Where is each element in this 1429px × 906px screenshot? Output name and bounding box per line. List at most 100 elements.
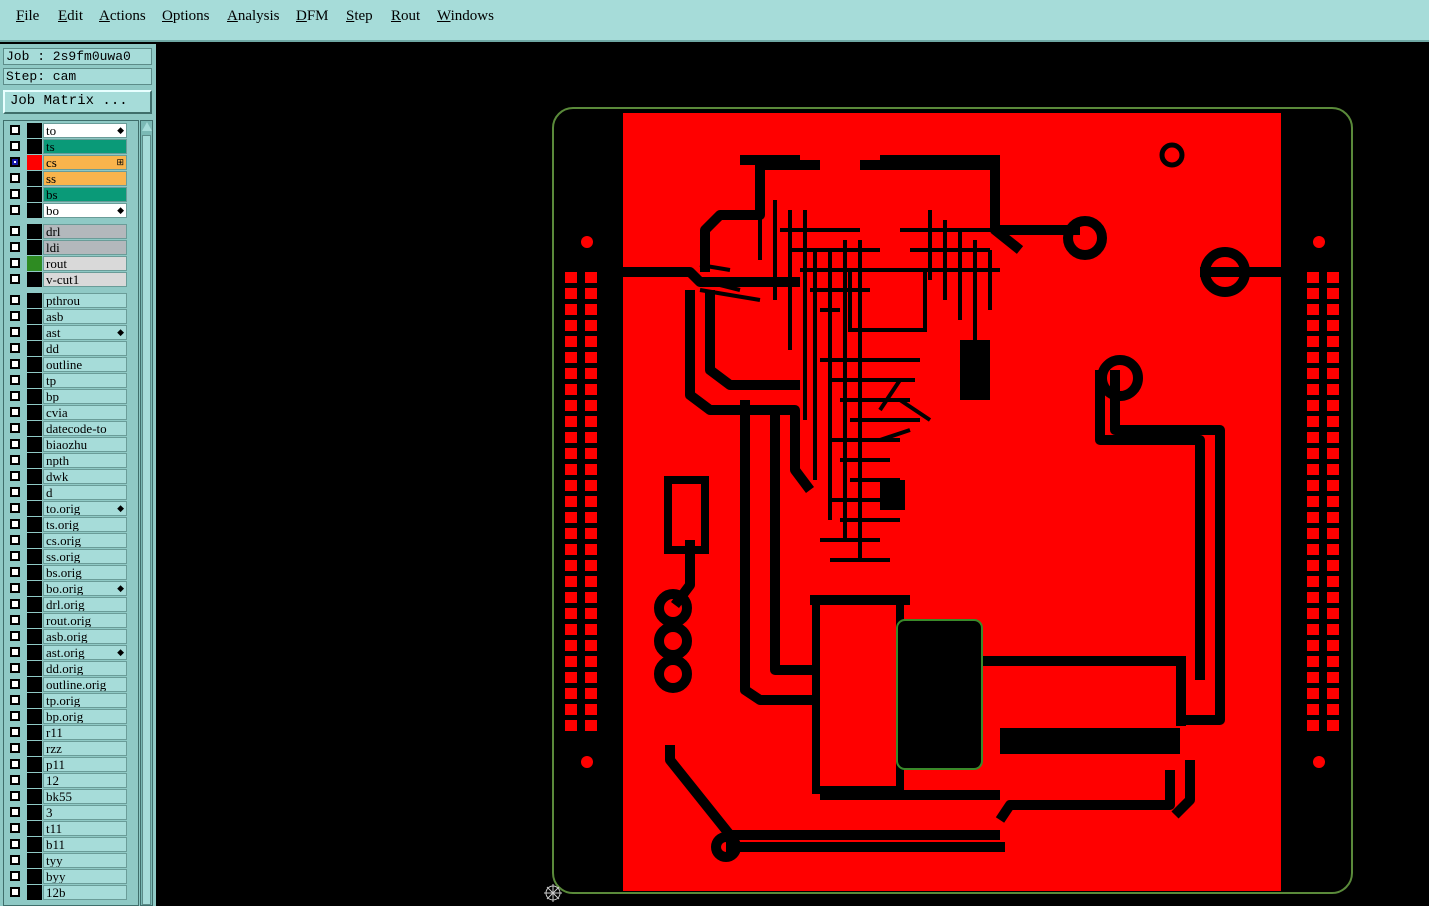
scroll-up-arrow-icon[interactable]	[142, 122, 152, 131]
layer-color-swatch[interactable]	[27, 805, 42, 820]
layer-name[interactable]: rzz	[43, 741, 127, 756]
layer-checkbox[interactable]	[10, 679, 20, 689]
layer-checkbox[interactable]	[10, 615, 20, 625]
layer-checkbox[interactable]	[10, 274, 20, 284]
scrollbar-thumb[interactable]	[142, 135, 151, 905]
layer-color-swatch[interactable]	[27, 725, 42, 740]
layer-color-swatch[interactable]	[27, 757, 42, 772]
layer-checkbox[interactable]	[10, 535, 20, 545]
layer-name[interactable]: bk55	[43, 789, 127, 804]
layer-name[interactable]: v-cut1	[43, 272, 127, 287]
layer-name[interactable]: ss.orig	[43, 549, 127, 564]
layer-name[interactable]: bs.orig	[43, 565, 127, 580]
layer-name[interactable]: dd.orig	[43, 661, 127, 676]
layer-name[interactable]: p11	[43, 757, 127, 772]
layer-checkbox[interactable]	[10, 141, 20, 151]
layer-row-12b[interactable]: 12b	[7, 885, 127, 901]
menu-actions[interactable]: Actions	[99, 8, 146, 25]
layer-color-swatch[interactable]	[27, 240, 42, 255]
layer-row-ts-orig[interactable]: ts.orig	[7, 517, 127, 533]
layer-name[interactable]: bp	[43, 389, 127, 404]
layer-checkbox[interactable]	[10, 343, 20, 353]
layer-color-swatch[interactable]	[27, 139, 42, 154]
layer-checkbox[interactable]	[10, 839, 20, 849]
layer-color-swatch[interactable]	[27, 837, 42, 852]
layer-name[interactable]: 12	[43, 773, 127, 788]
layer-row-ss-orig[interactable]: ss.orig	[7, 549, 127, 565]
layer-name[interactable]: b11	[43, 837, 127, 852]
layer-color-swatch[interactable]	[27, 565, 42, 580]
layer-checkbox[interactable]	[10, 189, 20, 199]
layer-row-b11[interactable]: b11	[7, 837, 127, 853]
layer-color-swatch[interactable]	[27, 171, 42, 186]
layer-color-swatch[interactable]	[27, 549, 42, 564]
layer-checkbox[interactable]	[10, 775, 20, 785]
layer-row-cs-orig[interactable]: cs.orig	[7, 533, 127, 549]
layer-color-swatch[interactable]	[27, 203, 42, 218]
layer-row-outline-orig[interactable]: outline.orig	[7, 677, 127, 693]
menu-step[interactable]: Step	[346, 8, 373, 25]
layer-row-pthrou[interactable]: pthrou	[7, 293, 127, 309]
layer-name[interactable]: bp.orig	[43, 709, 127, 724]
layer-name[interactable]: drl.orig	[43, 597, 127, 612]
layer-checkbox[interactable]	[10, 423, 20, 433]
layer-name[interactable]: rout.orig	[43, 613, 127, 628]
layer-row-dd[interactable]: dd	[7, 341, 127, 357]
layer-checkbox[interactable]	[10, 295, 20, 305]
layer-color-swatch[interactable]	[27, 517, 42, 532]
layer-row-ldi[interactable]: ldi	[7, 240, 127, 256]
layer-checkbox[interactable]	[10, 311, 20, 321]
layer-row-rout[interactable]: rout	[7, 256, 127, 272]
layer-checkbox[interactable]	[10, 631, 20, 641]
layer-checkbox[interactable]	[10, 759, 20, 769]
layer-checkbox[interactable]	[10, 823, 20, 833]
layer-name[interactable]: ts	[43, 139, 127, 154]
layer-checkbox[interactable]	[10, 391, 20, 401]
layer-name[interactable]: rout	[43, 256, 127, 271]
layer-color-swatch[interactable]	[27, 437, 42, 452]
layer-checkbox[interactable]	[10, 743, 20, 753]
layer-row-biaozhu[interactable]: biaozhu	[7, 437, 127, 453]
layer-name[interactable]: cs ⊞	[43, 155, 127, 170]
layer-checkbox[interactable]	[10, 727, 20, 737]
layer-name[interactable]: tp.orig	[43, 693, 127, 708]
layer-color-swatch[interactable]	[27, 789, 42, 804]
layer-name[interactable]: 3	[43, 805, 127, 820]
layer-color-swatch[interactable]	[27, 469, 42, 484]
layer-row-d[interactable]: d	[7, 485, 127, 501]
layer-row-dd-orig[interactable]: dd.orig	[7, 661, 127, 677]
layer-name[interactable]: d	[43, 485, 127, 500]
menu-file[interactable]: File	[16, 8, 39, 25]
menu-analysis[interactable]: Analysis	[227, 8, 280, 25]
layer-row-p11[interactable]: p11	[7, 757, 127, 773]
layer-row-bo[interactable]: bo ◆	[7, 203, 127, 219]
layer-row-cvia[interactable]: cvia	[7, 405, 127, 421]
menu-windows[interactable]: Windows	[437, 8, 494, 25]
layer-row-t11[interactable]: t11	[7, 821, 127, 837]
menu-dfm[interactable]: DFM	[296, 8, 329, 25]
layer-row-rzz[interactable]: rzz	[7, 741, 127, 757]
layer-color-swatch[interactable]	[27, 373, 42, 388]
layer-row-tyy[interactable]: tyy	[7, 853, 127, 869]
layer-row-dwk[interactable]: dwk	[7, 469, 127, 485]
layer-color-swatch[interactable]	[27, 272, 42, 287]
layer-row-bs[interactable]: bs	[7, 187, 127, 203]
layer-color-swatch[interactable]	[27, 709, 42, 724]
layer-row-bs-orig[interactable]: bs.orig	[7, 565, 127, 581]
layer-row-tp-orig[interactable]: tp.orig	[7, 693, 127, 709]
layer-name[interactable]: outline	[43, 357, 127, 372]
layer-name[interactable]: asb.orig	[43, 629, 127, 644]
layer-row-ast-orig[interactable]: ast.orig ◆	[7, 645, 127, 661]
layer-checkbox[interactable]	[10, 157, 20, 167]
layer-color-swatch[interactable]	[27, 885, 42, 900]
layer-checkbox[interactable]	[10, 258, 20, 268]
layer-color-swatch[interactable]	[27, 357, 42, 372]
layer-row-asb-orig[interactable]: asb.orig	[7, 629, 127, 645]
layer-checkbox[interactable]	[10, 871, 20, 881]
layer-color-swatch[interactable]	[27, 123, 42, 138]
layer-row-drl-orig[interactable]: drl.orig	[7, 597, 127, 613]
layer-name[interactable]: pthrou	[43, 293, 127, 308]
layer-name[interactable]: tyy	[43, 853, 127, 868]
layer-name[interactable]: datecode-to	[43, 421, 127, 436]
layer-checkbox[interactable]	[10, 663, 20, 673]
